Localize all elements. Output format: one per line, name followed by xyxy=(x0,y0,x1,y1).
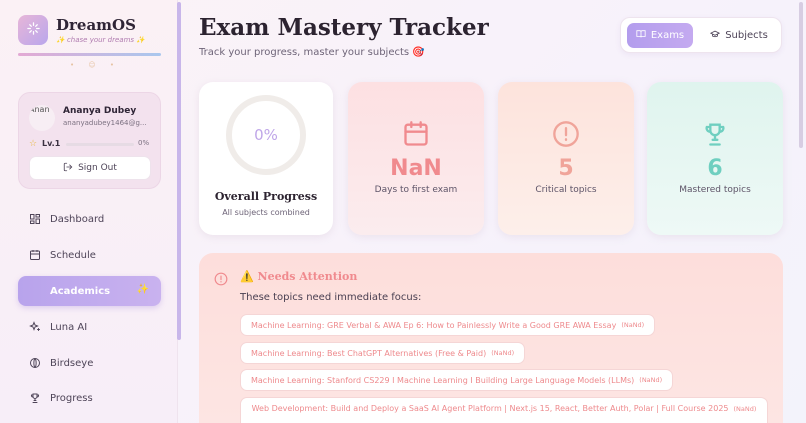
sidebar-item-dashboard[interactable]: Dashboard xyxy=(18,204,161,234)
mastered-topics-value: 6 xyxy=(707,156,723,181)
brand-divider xyxy=(18,53,161,56)
topic-days-tag: (NaNd) xyxy=(733,405,757,413)
book-icon xyxy=(636,29,646,42)
attention-topic[interactable]: Machine Learning: GRE Verbal & AWA Ep 6:… xyxy=(240,314,656,336)
sidebar: DreamOS ✨ chase your dreams ✨ • ☺ • Anan… xyxy=(0,0,178,423)
globe-icon xyxy=(28,356,42,370)
topic-text: Machine Learning: Stanford CS229 I Machi… xyxy=(251,375,635,385)
alert-circle-icon xyxy=(214,271,228,290)
level-progress-bar xyxy=(66,143,134,146)
sidebar-item-label: Schedule xyxy=(50,249,96,261)
alert-circle-icon xyxy=(498,120,634,148)
overall-progress-subtitle: All subjects combined xyxy=(222,208,310,217)
days-to-exam-card: NaN Days to first exam xyxy=(348,82,484,235)
overall-progress-value: 0% xyxy=(254,126,278,144)
sidebar-item-label: Progress xyxy=(50,392,93,404)
user-name: Ananya Dubey xyxy=(63,106,137,116)
tab-subjects-label: Subjects xyxy=(725,30,768,41)
dashboard-icon xyxy=(28,212,42,226)
topic-days-tag: (NaNd) xyxy=(491,349,515,357)
target-icon: 🎯 xyxy=(412,47,425,58)
tab-subjects[interactable]: Subjects xyxy=(701,23,777,48)
attention-topic[interactable]: Machine Learning: Best ChatGPT Alternati… xyxy=(240,342,526,364)
attention-topic[interactable]: Machine Learning: Stanford CS229 I Machi… xyxy=(240,369,674,391)
sidebar-item-label: Dashboard xyxy=(50,213,105,225)
sparkles-icon xyxy=(28,320,42,334)
attention-topic[interactable]: Web Development: Build and Deploy a SaaS… xyxy=(240,397,768,423)
brand-dots: • ☺ • xyxy=(70,61,121,69)
avatar[interactable]: Anan xyxy=(29,105,55,131)
trophy-icon xyxy=(647,120,783,148)
days-to-exam-value: NaN xyxy=(390,156,442,181)
critical-topics-label: Critical topics xyxy=(535,185,597,195)
sidebar-item-birdseye[interactable]: Birdseye xyxy=(18,348,161,378)
calendar-icon xyxy=(28,248,42,262)
calendar-icon xyxy=(348,120,484,148)
sidebar-item-schedule[interactable]: Schedule xyxy=(18,240,161,270)
level-percent: 0% xyxy=(138,139,150,147)
mastered-topics-label: Mastered topics xyxy=(679,185,751,195)
sign-out-label: Sign Out xyxy=(78,163,117,173)
sign-out-button[interactable]: Sign Out xyxy=(29,156,151,180)
critical-topics-card: 5 Critical topics xyxy=(498,82,634,235)
avatar-alt-text: Anan xyxy=(29,105,50,114)
topic-text: Web Development: Build and Deploy a SaaS… xyxy=(251,404,729,413)
main-scrollbar[interactable] xyxy=(799,2,803,148)
sidebar-item-label: Luna AI xyxy=(50,321,88,333)
brand-tagline: ✨ chase your dreams ✨ xyxy=(56,36,145,44)
critical-topics-value: 5 xyxy=(558,156,574,181)
tab-exams-label: Exams xyxy=(650,30,685,41)
view-toggle: Exams Subjects xyxy=(620,17,782,53)
needs-attention-title: ⚠️ Needs Attention xyxy=(240,270,358,283)
sparkle-icon: ✨ xyxy=(136,284,149,295)
logo[interactable] xyxy=(18,15,48,45)
sidebar-item-progress[interactable]: Progress xyxy=(18,383,161,413)
topic-days-tag: (NaNd) xyxy=(639,376,663,384)
sign-out-icon xyxy=(63,162,73,175)
page-subtitle-text: Track your progress, master your subject… xyxy=(199,47,410,58)
sidebar-scrollbar[interactable] xyxy=(177,2,181,340)
needs-attention-subtitle: These topics need immediate focus: xyxy=(240,292,422,303)
sidebar-item-academics[interactable]: Academics ✨ xyxy=(18,276,161,306)
needs-attention-panel: ⚠️ Needs Attention These topics need imm… xyxy=(199,253,783,423)
sidebar-item-luna-ai[interactable]: Luna AI xyxy=(18,312,161,342)
star-icon: ☆ xyxy=(29,139,38,149)
sparkles-logo-icon xyxy=(26,21,41,40)
topic-text: Machine Learning: Best ChatGPT Alternati… xyxy=(251,348,487,358)
trophy-icon xyxy=(28,391,42,405)
tab-exams[interactable]: Exams xyxy=(627,23,693,48)
overall-progress-title: Overall Progress xyxy=(214,190,318,203)
page-title: Exam Mastery Tracker xyxy=(199,14,489,41)
graduation-cap-icon xyxy=(710,29,721,42)
days-to-exam-label: Days to first exam xyxy=(374,185,458,195)
user-email: ananyadubey1464@g... xyxy=(63,119,147,127)
sidebar-item-label: Birdseye xyxy=(50,357,94,369)
topic-days-tag: (NaNd) xyxy=(621,321,645,329)
topic-text: Machine Learning: GRE Verbal & AWA Ep 6:… xyxy=(251,320,617,330)
overall-progress-card: 0% Overall Progress All subjects combine… xyxy=(199,82,333,235)
page-subtitle: Track your progress, master your subject… xyxy=(199,47,425,58)
sidebar-item-label: Academics xyxy=(50,285,111,297)
user-card: Anan Ananya Dubey ananyadubey1464@g... ☆… xyxy=(18,92,161,189)
mastered-topics-card: 6 Mastered topics xyxy=(647,82,783,235)
progress-ring: 0% xyxy=(226,95,306,175)
brand-name: DreamOS xyxy=(56,16,136,34)
level-label: Lv.1 xyxy=(42,139,61,148)
